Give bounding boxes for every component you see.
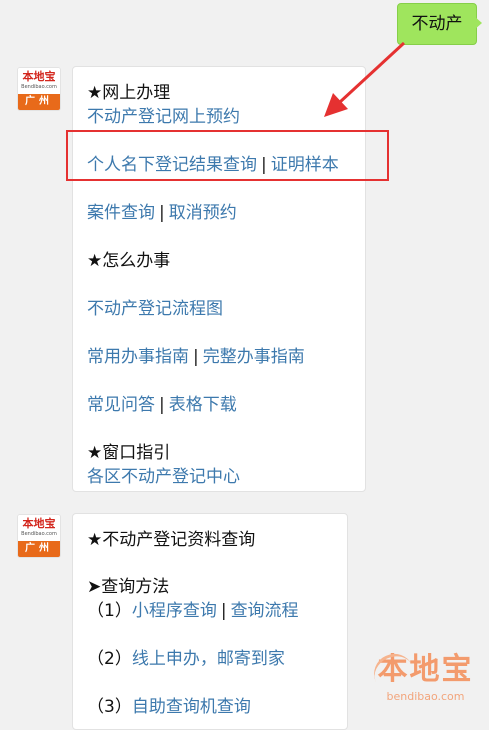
reply-bubble-text: 不动产 (411, 14, 463, 34)
link-kiosk-query[interactable]: 自助查询机查询 (132, 697, 251, 717)
link-full-guide[interactable]: 完整办事指南 (203, 347, 305, 367)
link-faq[interactable]: 常见问答 (87, 395, 155, 415)
separator: | (159, 395, 165, 415)
window-heading: ★窗口指引 (87, 443, 171, 463)
item-number: （2） (87, 649, 132, 669)
bendibao-watermark: 本地宝 bendibao.com (367, 647, 483, 715)
item-number: （3） (87, 697, 132, 717)
avatar-city: 广州 (18, 541, 60, 557)
link-registration-centers[interactable]: 各区不动产登记中心 (87, 467, 240, 487)
avatar-brand: 本地宝 (22, 517, 56, 530)
reply-bubble-tail (474, 16, 482, 30)
separator: | (193, 347, 199, 367)
avatar-brand: 本地宝 (22, 70, 56, 83)
avatar-city: 广州 (18, 94, 60, 110)
link-case-query[interactable]: 案件查询 (87, 203, 155, 223)
link-appointment[interactable]: 不动产登记网上预约 (87, 107, 240, 127)
separator: | (220, 601, 227, 621)
message-bubble-query: ★不动产登记资料查询 ➤查询方法 （1）小程序查询 | 查询流程 （2）线上申办，邮… (72, 513, 348, 730)
avatar-logo: 本地宝 Bendibao.com (18, 68, 60, 94)
link-query-process[interactable]: 查询流程 (231, 601, 299, 621)
howto-heading: ★怎么办事 (87, 251, 171, 271)
avatar-domain: Bendibao.com (21, 84, 57, 90)
link-cancel-appointment[interactable]: 取消预约 (169, 203, 237, 223)
separator: | (159, 203, 165, 223)
link-flowchart[interactable]: 不动产登记流程图 (87, 299, 223, 319)
avatar-logo: 本地宝 Bendibao.com (18, 515, 60, 541)
avatar[interactable]: 本地宝 Bendibao.com 广州 (17, 514, 61, 558)
query-method-heading: ➤查询方法 (87, 577, 170, 597)
item-number: （1） (87, 601, 132, 621)
highlight-box (66, 130, 389, 181)
link-form-download[interactable]: 表格下载 (169, 395, 237, 415)
link-common-guide[interactable]: 常用办事指南 (87, 347, 189, 367)
query-heading: ★不动产登记资料查询 (87, 530, 256, 550)
avatar[interactable]: 本地宝 Bendibao.com 广州 (17, 67, 61, 111)
link-miniprogram-query[interactable]: 小程序查询 (132, 601, 217, 621)
online-heading: ★网上办理 (87, 83, 171, 103)
avatar-domain: Bendibao.com (21, 531, 57, 537)
link-online-apply-mail[interactable]: 线上申办，邮寄到家 (132, 649, 285, 669)
reply-bubble: 不动产 (397, 3, 477, 45)
